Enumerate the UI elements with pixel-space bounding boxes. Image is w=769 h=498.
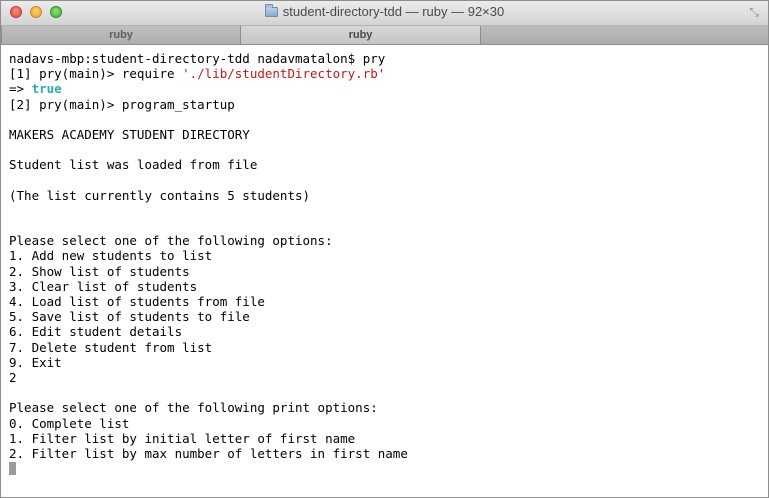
- terminal-text: Please select one of the following optio…: [9, 233, 333, 249]
- return-value: true: [31, 81, 62, 97]
- terminal-prompt-line: [9, 461, 758, 476]
- terminal-line: 0. Complete list: [9, 416, 758, 431]
- terminal-text: MAKERS ACADEMY STUDENT DIRECTORY: [9, 126, 250, 142]
- terminal-text: 3. Clear list of students: [9, 278, 198, 294]
- text-cursor: [9, 462, 16, 476]
- terminal-text: 1. Add new students to list: [9, 248, 213, 264]
- terminal-text: nadavs-mbp:student-directory-tdd nadavma…: [9, 51, 386, 66]
- terminal-line: 4. Load list of students from file: [9, 294, 758, 309]
- title-bar[interactable]: student-directory-tdd — ruby — 92×30 ⤡: [1, 1, 768, 26]
- maximize-icon[interactable]: [50, 6, 62, 18]
- terminal-line: nadavs-mbp:student-directory-tdd nadavma…: [9, 51, 758, 66]
- terminal-text: 7. Delete student from list: [9, 339, 213, 355]
- tab-bar: ruby ruby: [1, 26, 768, 45]
- fullscreen-icon[interactable]: ⤡: [748, 6, 760, 18]
- terminal-line: (The list currently contains 5 students): [9, 188, 758, 203]
- terminal-line: [1] pry(main)> require './lib/studentDir…: [9, 66, 758, 81]
- terminal-line: 2. Show list of students: [9, 264, 758, 279]
- terminal-text: Student list was loaded from file: [9, 157, 258, 173]
- terminal-line: Please select one of the following optio…: [9, 233, 758, 248]
- terminal-line: [2] pry(main)> program_startup: [9, 97, 758, 112]
- terminal-text: 9. Exit: [9, 354, 62, 370]
- tab-ruby-1[interactable]: ruby: [1, 26, 241, 44]
- terminal-text: =>: [9, 81, 32, 97]
- terminal-text: 5. Save list of students to file: [9, 309, 250, 325]
- window-title-wrap: student-directory-tdd — ruby — 92×30: [1, 4, 768, 20]
- terminal-line: => true: [9, 81, 758, 96]
- terminal-text: (The list currently contains 5 students): [9, 187, 311, 203]
- terminal-text: 2: [9, 369, 17, 385]
- terminal-line: MAKERS ACADEMY STUDENT DIRECTORY: [9, 127, 758, 142]
- terminal-text: [2] pry(main)> program_startup: [9, 96, 235, 112]
- terminal-text: Please select one of the following print…: [9, 400, 378, 416]
- folder-icon: [264, 4, 278, 17]
- terminal-text: 2. Show list of students: [9, 263, 190, 279]
- close-icon[interactable]: [10, 6, 22, 18]
- terminal-text: 1. Filter list by initial letter of firs…: [9, 430, 356, 446]
- terminal-line: Please select one of the following print…: [9, 400, 758, 415]
- tab-ruby-2[interactable]: ruby: [241, 26, 481, 44]
- terminal-line: 6. Edit student details: [9, 324, 758, 339]
- terminal-line: 1. Filter list by initial letter of firs…: [9, 431, 758, 446]
- terminal-text: [1] pry(main)> require: [9, 66, 183, 82]
- tab-bar-empty-area: [481, 26, 768, 44]
- terminal-output[interactable]: nadavs-mbp:student-directory-tdd nadavma…: [9, 51, 758, 497]
- terminal-line: 7. Delete student from list: [9, 340, 758, 355]
- terminal-line: 5. Save list of students to file: [9, 309, 758, 324]
- terminal-text: 6. Edit student details: [9, 324, 183, 340]
- terminal-line: 1. Add new students to list: [9, 248, 758, 263]
- terminal-line: 3. Clear list of students: [9, 279, 758, 294]
- string-literal: './lib/studentDirectory.rb': [182, 66, 386, 82]
- minimize-icon[interactable]: [30, 6, 42, 18]
- terminal-line: 9. Exit: [9, 355, 758, 370]
- terminal-line: 2. Filter list by max number of letters …: [9, 446, 758, 461]
- terminal-text: 0. Complete list: [9, 415, 130, 431]
- terminal-window: student-directory-tdd — ruby — 92×30 ⤡ r…: [0, 0, 769, 498]
- window-title: student-directory-tdd — ruby — 92×30: [282, 4, 505, 19]
- terminal-line: Student list was loaded from file: [9, 157, 758, 172]
- terminal-text: 2. Filter list by max number of letters …: [9, 445, 408, 461]
- terminal-line: 2: [9, 370, 758, 385]
- terminal-text: 4. Load list of students from file: [9, 294, 265, 309]
- scroll-gutter: [760, 45, 768, 497]
